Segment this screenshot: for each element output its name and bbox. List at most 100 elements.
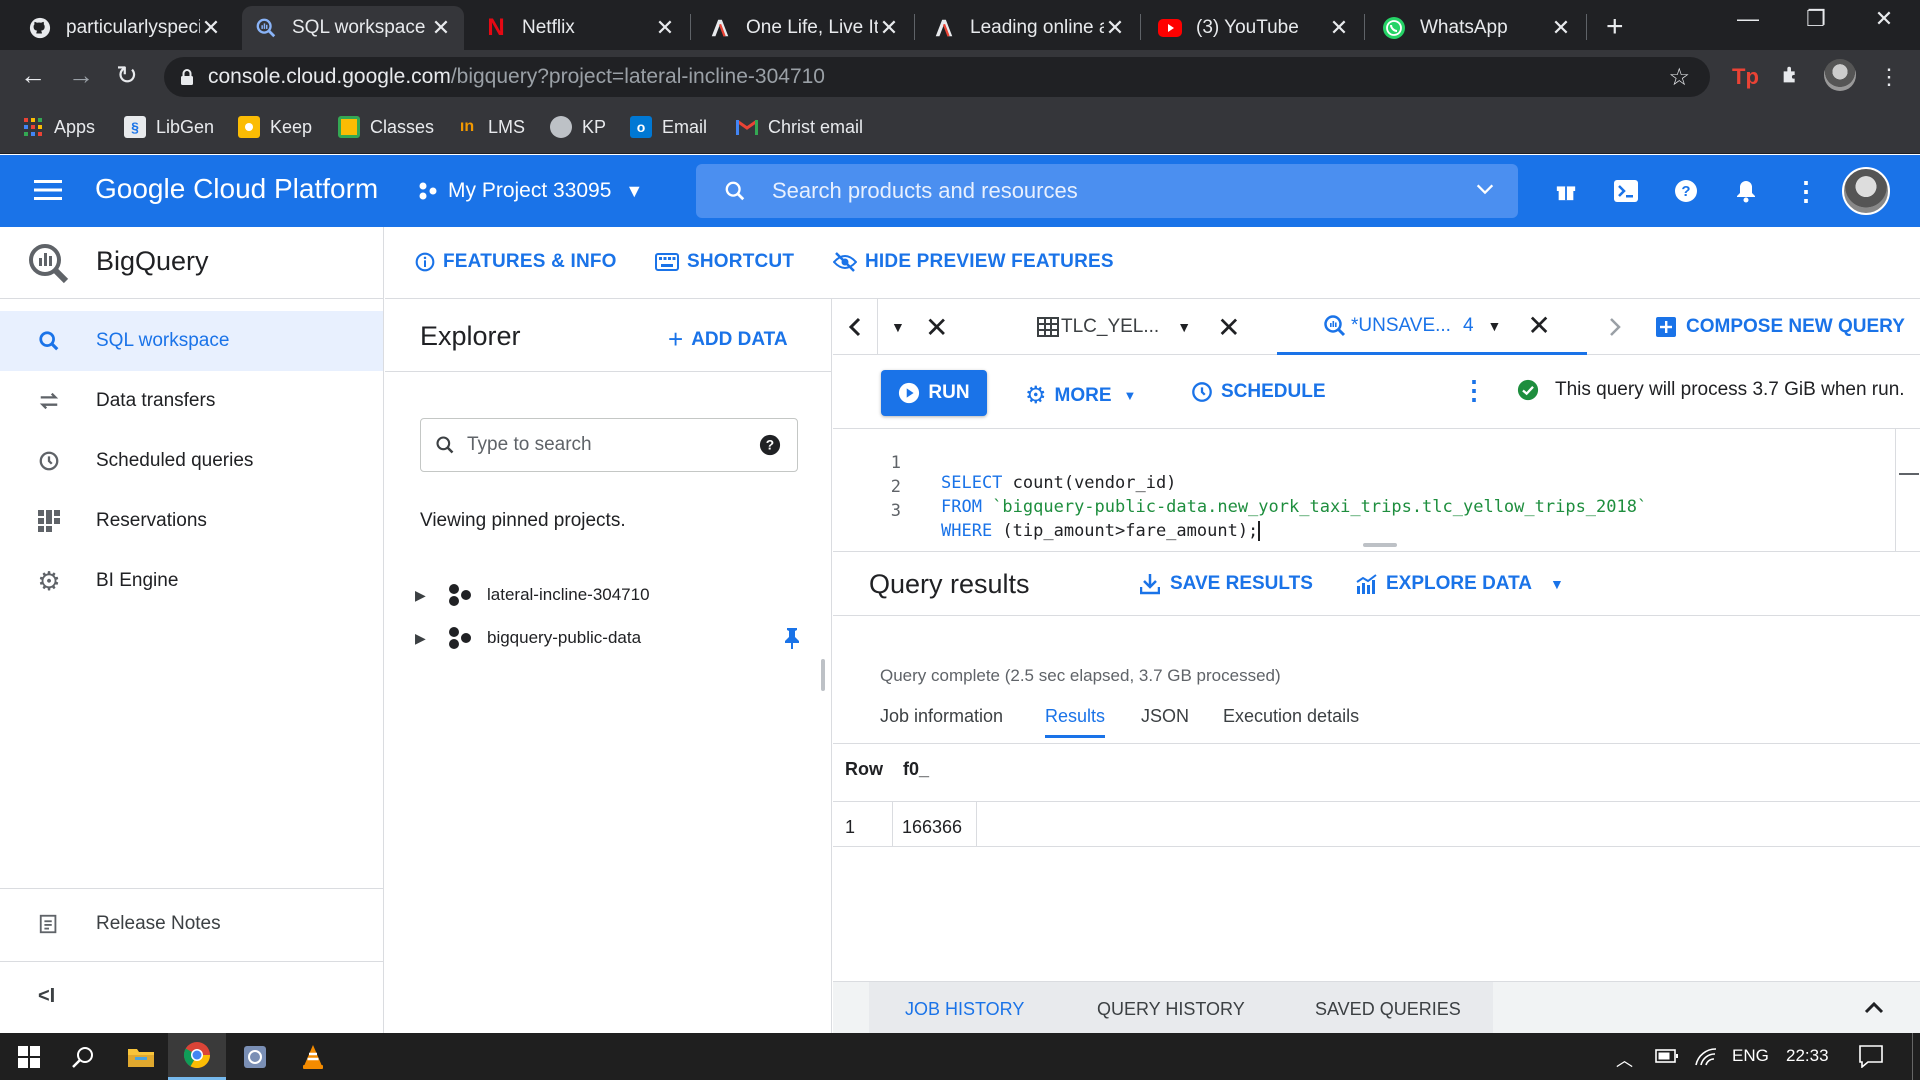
battery-icon[interactable] [1655,1048,1679,1069]
file-explorer-icon[interactable] [112,1033,170,1080]
close-tab-icon[interactable]: ✕ [1217,311,1240,344]
release-notes-link[interactable]: Release Notes [0,895,383,953]
show-desktop-strip[interactable] [1912,1033,1913,1080]
help-icon[interactable]: ? [1672,177,1700,205]
more-vert-icon[interactable]: ⋮ [1461,375,1487,406]
tab-menu-dropdown-icon[interactable]: ▼ [891,299,905,355]
browser-tab[interactable]: particularlyspeci ✕ [16,6,234,50]
account-avatar[interactable] [1842,167,1890,215]
tab-query-history[interactable]: QUERY HISTORY [1097,999,1245,1020]
close-icon[interactable]: ✕ [654,15,676,41]
panel-resize-handle[interactable] [821,659,825,691]
tab-table-tlc-yellow[interactable]: TLC_YEL... ▼ ✕ [1037,299,1241,355]
column-header-f0[interactable]: f0_ [903,759,929,780]
more-vert-icon[interactable]: ⋮ [1792,176,1820,206]
tab-execution-details[interactable]: Execution details [1223,706,1359,727]
bookmark-star-icon[interactable]: ☆ [1668,63,1690,92]
bookmark-christ-email[interactable]: Christ email [736,116,863,138]
extensions-puzzle-icon[interactable] [1780,64,1802,92]
app-taskbar-icon[interactable] [226,1033,284,1080]
bookmark-email[interactable]: o Email [630,116,707,138]
bookmark-apps[interactable]: Apps [22,116,95,138]
tab-saved-queries[interactable]: SAVED QUERIES [1315,999,1461,1020]
chevron-down-icon[interactable]: ▼ [1488,318,1502,334]
schedule-button[interactable]: SCHEDULE [1191,381,1326,403]
window-close-icon[interactable]: ✕ [1854,6,1914,32]
expand-arrow-icon[interactable]: ▶ [415,630,435,647]
clock-time[interactable]: 22:33 [1786,1046,1829,1066]
close-tab-icon[interactable]: ✕ [925,299,948,355]
tab-unsaved-query[interactable]: *UNSAVE... 4 ▼ ✕ [1277,299,1587,355]
gift-icon[interactable] [1552,177,1580,205]
back-icon[interactable]: ← [20,60,46,91]
tray-chevron-up-icon[interactable]: ︿ [1616,1046,1633,1071]
sidebar-item-scheduled-queries[interactable]: Scheduled queries [0,431,383,491]
save-results-button[interactable]: SAVE RESULTS [1140,573,1313,595]
tab-json[interactable]: JSON [1141,706,1189,727]
minimize-icon[interactable]: — [1718,6,1778,32]
sidebar-item-bi-engine[interactable]: ⚙ BI Engine [0,551,383,611]
browser-tab[interactable]: (3) YouTube ✕ [1146,6,1362,50]
shortcut-button[interactable]: SHORTCUT [655,251,794,273]
bookmark-libgen[interactable]: § LibGen [124,116,214,138]
forward-icon[interactable]: → [68,60,94,91]
reload-icon[interactable]: ↻ [116,60,138,91]
close-icon[interactable]: ✕ [1104,15,1126,41]
editor-scrollbar-track[interactable] [1895,429,1896,551]
explorer-search-input[interactable]: Type to search ? [420,418,798,472]
project-tree-item[interactable]: ▶ lateral-incline-304710 [415,575,650,615]
tab-job-history[interactable]: JOB HISTORY [905,999,1024,1020]
vlc-icon[interactable] [284,1033,342,1080]
scroll-tabs-left-icon[interactable] [847,299,863,355]
restore-icon[interactable]: ❐ [1786,6,1846,32]
tab-results[interactable]: Results [1045,706,1106,738]
url-input[interactable]: console.cloud.google.com/bigquery?projec… [164,57,1710,97]
bookmark-kp[interactable]: KP [550,116,606,138]
notifications-bell-icon[interactable] [1732,177,1760,205]
chevron-up-icon[interactable] [1863,998,1885,1016]
sidebar-item-data-transfers[interactable]: Data transfers [0,371,383,431]
browser-tab-active[interactable]: SQL workspace – ✕ [242,6,464,50]
taskbar-search-icon[interactable] [54,1033,112,1080]
editor-resize-handle[interactable] [1363,543,1397,547]
compose-new-query-button[interactable]: COMPOSE NEW QUERY [1656,299,1905,355]
project-tree-item[interactable]: ▶ bigquery-public-data [415,618,641,658]
help-icon[interactable]: ? [759,434,781,456]
notifications-icon[interactable] [1858,1044,1884,1073]
close-tab-icon[interactable]: ✕ [1527,309,1550,342]
browser-tab[interactable]: WhatsApp ✕ [1370,6,1584,50]
bookmark-keep[interactable]: Keep [238,116,312,138]
profile-avatar[interactable] [1824,59,1856,91]
new-tab-icon[interactable]: + [1606,10,1624,44]
extension-tp-icon[interactable]: Tp [1732,64,1759,90]
bookmark-lms[interactable]: ın LMS [456,116,525,138]
close-icon[interactable]: ✕ [430,15,452,41]
brand-title[interactable]: Google Cloud Platform [95,173,378,205]
close-icon[interactable]: ✕ [1550,15,1572,41]
features-info-button[interactable]: FEATURES & INFO [415,251,617,273]
wifi-icon[interactable] [1694,1047,1718,1072]
product-search-input[interactable]: Search products and resources [696,164,1518,218]
run-button[interactable]: RUN [881,370,987,416]
hide-preview-features-button[interactable]: HIDE PREVIEW FEATURES [833,251,1114,273]
value-cell[interactable]: 166366 [902,817,962,838]
close-icon[interactable]: ✕ [1328,15,1350,41]
browser-tab[interactable]: N Netflix ✕ [472,6,688,50]
close-icon[interactable]: ✕ [200,15,222,41]
chevron-down-icon[interactable] [1474,178,1496,200]
expand-arrow-icon[interactable]: ▶ [415,587,435,604]
chevron-down-icon[interactable]: ▼ [1177,319,1191,335]
chrome-taskbar-icon[interactable] [168,1033,226,1080]
tab-job-information[interactable]: Job information [880,706,1003,727]
browser-tab[interactable]: One Life, Live It ✕ [696,6,912,50]
sidebar-item-reservations[interactable]: Reservations [0,491,383,551]
project-selector[interactable]: My Project 33095 ▼ [418,179,643,203]
sidebar-item-sql-workspace[interactable]: SQL workspace [0,311,383,371]
close-icon[interactable]: ✕ [878,15,900,41]
pin-icon[interactable] [783,627,801,649]
explore-data-button[interactable]: EXPLORE DATA ▼ [1356,573,1564,595]
windows-start-icon[interactable] [0,1033,58,1080]
more-button[interactable]: ⚙ MORE ▼ [1025,381,1136,410]
language-indicator[interactable]: ENG [1732,1046,1769,1066]
cloud-shell-icon[interactable] [1612,177,1640,205]
